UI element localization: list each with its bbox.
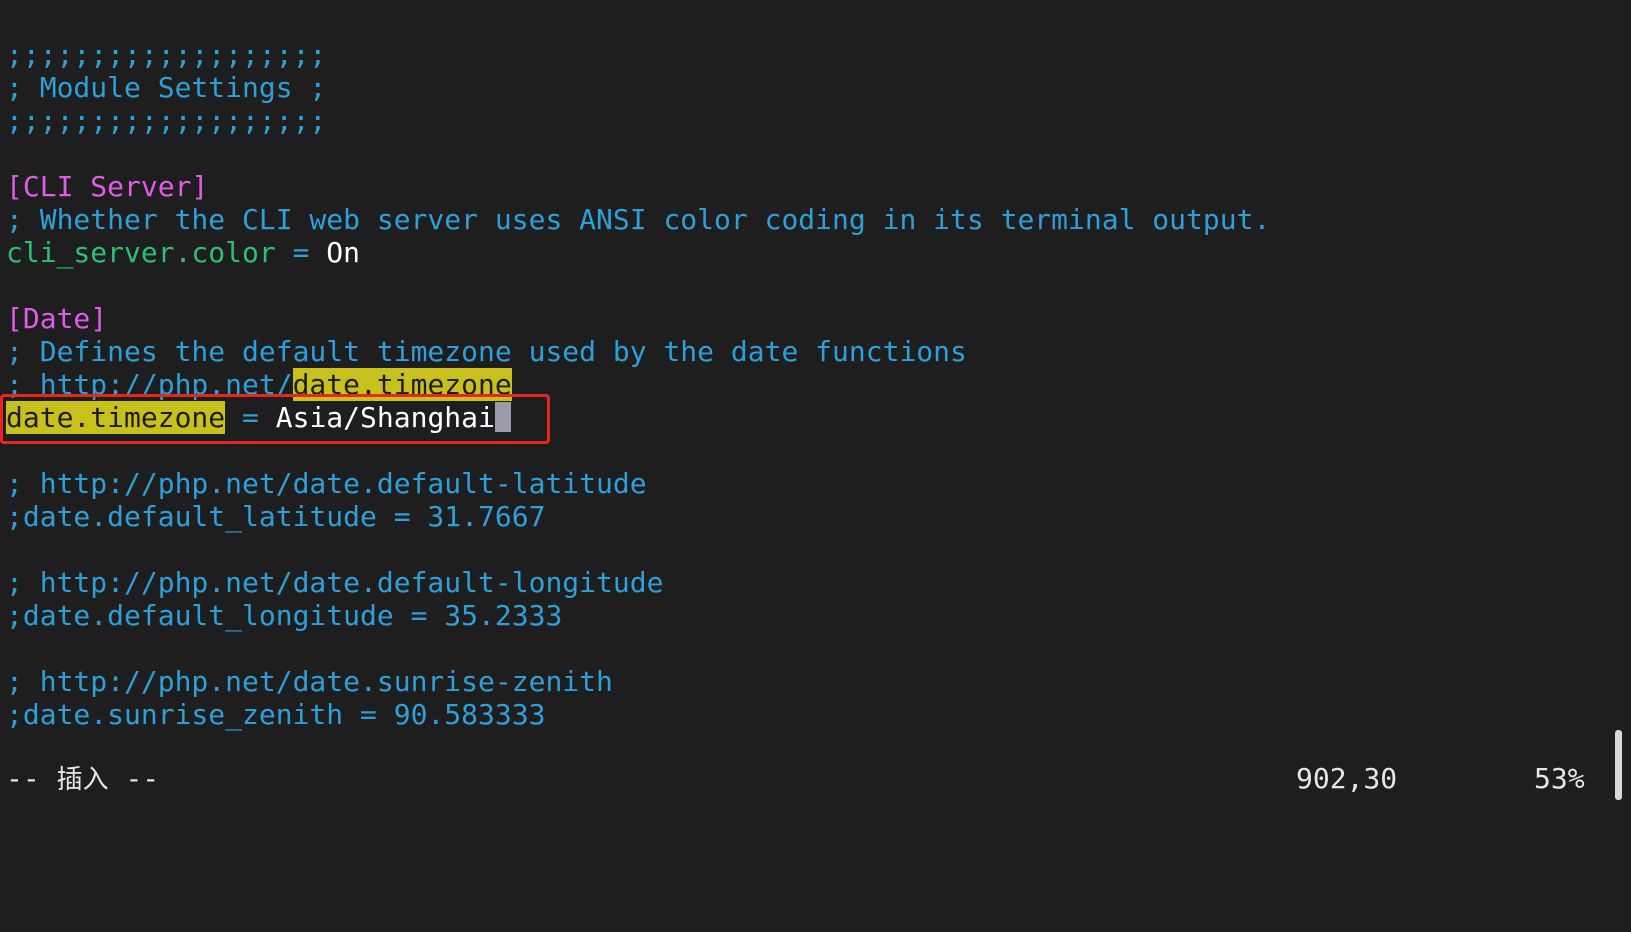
scrollbar[interactable] [1604,0,1631,821]
comment-line: ;date.default_latitude = 31.7667 [6,500,546,533]
annotation-highlight-box [0,394,550,444]
config-line-cli-server-color: cli_server.color = On [6,236,1270,269]
comment-line: ;;;;;;;;;;;;;;;;;;; [6,104,327,137]
cursor-position: 902,30 [1296,762,1398,795]
status-line: -- 插入 -- 902,30 53% [6,762,1586,796]
section-cli-server: [CLI Server] [6,170,209,203]
comment-line: ; http://php.net/date.default-longitude [6,566,664,599]
vim-terminal[interactable]: ;;;;;;;;;;;;;;;;;;; ; Module Settings ; … [0,0,1631,821]
mode-indicator: -- 插入 -- [6,762,159,797]
scrollbar-thumb[interactable] [1615,730,1622,800]
comment-line: ; http://php.net/date.default-latitude [6,467,647,500]
config-value: On [326,236,361,269]
section-date: [Date] [6,302,108,335]
comment-line: ;;;;;;;;;;;;;;;;;;; [6,38,327,71]
comment-line: ; Whether the CLI web server uses ANSI c… [6,203,1271,236]
comment-line: ; http://php.net/date.sunrise-zenith [6,665,613,698]
scroll-percent: 53% [1534,762,1585,795]
editor-buffer[interactable]: ;;;;;;;;;;;;;;;;;;; ; Module Settings ; … [6,38,1270,731]
mode-suffix: -- [108,762,160,795]
comment-line: ;date.default_longitude = 35.2333 [6,599,563,632]
comment-line: ;date.sunrise_zenith = 90.583333 [6,698,546,731]
comment-line: ; Defines the default timezone used by t… [6,335,967,368]
config-operator: = [275,236,327,269]
mode-prefix: -- [6,762,57,795]
mode-label: 插入 [56,765,109,795]
config-key: cli_server.color [6,236,276,269]
module-settings-comment: ; Module Settings ; [6,71,327,104]
